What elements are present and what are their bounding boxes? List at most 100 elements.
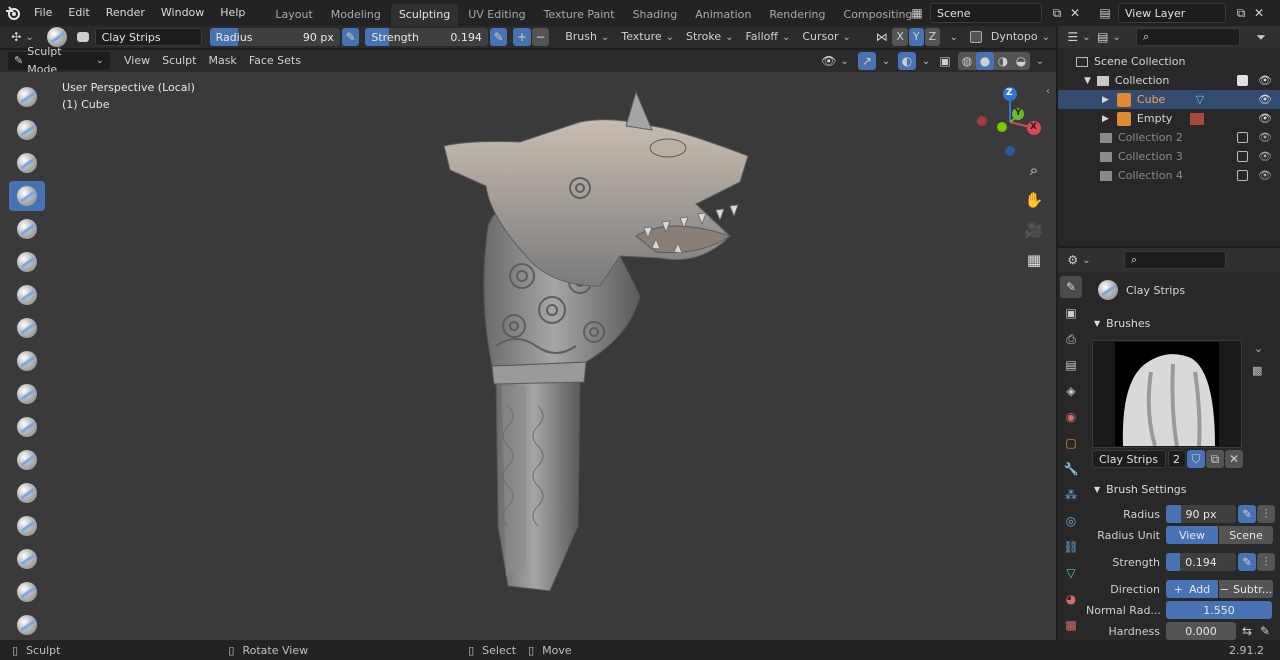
world-icon[interactable]: ◉ [1060,406,1082,428]
sculpt-tool-button[interactable] [9,148,45,178]
brush-menu[interactable]: Brush [559,28,615,46]
collection-checkbox[interactable] [1237,132,1249,143]
collection-checkbox[interactable] [1237,151,1249,162]
navigation-gizmo[interactable]: X Z Y [972,82,1048,158]
sculpt-mode-dropdown[interactable]: ✎ Sculpt Mode [8,45,110,76]
overlay-icon[interactable]: ◐ [898,52,916,70]
normal-radius-field[interactable]: 1.550 [1166,601,1272,619]
radius-field[interactable]: 90 px [1166,505,1236,523]
subtract-direction-icon[interactable]: − [531,28,550,46]
menu-view[interactable]: View [118,52,156,70]
tab-texture-paint[interactable]: Texture Paint [536,4,623,26]
radius-pressure-icon[interactable]: ✎ [341,28,360,46]
tab-layout[interactable]: Layout [267,4,320,26]
solid-shading-icon[interactable]: ● [976,52,994,70]
material-icon[interactable]: ◕ [1060,588,1082,610]
expand-arrow-icon[interactable]: ▶ [1102,95,1109,105]
direction-add-button[interactable]: + Add [1166,580,1218,598]
duplicate-brush-icon[interactable]: ⧉ [1206,450,1224,468]
close-scene-icon[interactable]: ✕ [1066,4,1084,22]
sculpt-tool-button[interactable] [9,610,45,640]
constraints-icon[interactable]: ⛓ [1060,536,1082,558]
collection-eye-icon[interactable]: 👁 [1258,131,1272,144]
symmetry-icon[interactable]: ⋈ [873,28,890,46]
view-layer-icon[interactable]: ▤ [1060,354,1082,376]
scene-icon[interactable]: ▦ [908,4,926,22]
hardness-field[interactable]: 0.000 [1166,622,1236,640]
outliner-search-input[interactable]: ⌕ [1136,28,1240,46]
radius-pressure-toggle-icon[interactable]: ✎ [1238,505,1256,523]
collection-eye-icon[interactable]: 👁 [1258,150,1272,163]
view-layer-field[interactable]: View Layer [1118,3,1226,23]
sculpt-tool-button[interactable] [9,346,45,376]
gizmo-icon[interactable]: ↗ [858,52,876,70]
symmetry-z-toggle[interactable]: Z [924,28,941,46]
strength-field[interactable]: 0.194 [1166,553,1236,571]
brush-settings-section-header[interactable]: ▼ Brush Settings [1086,478,1280,500]
scene-icon[interactable]: ◈ [1060,380,1082,402]
sculpt-tool-button[interactable] [9,82,45,112]
outliner-collection-extra[interactable]: Collection 3 👁 [1058,147,1280,166]
scene-name-field[interactable]: Scene [930,3,1042,23]
outliner-item-empty[interactable]: ▶ Empty 👁 [1058,109,1280,128]
collection-eye-icon[interactable]: 👁 [1258,169,1272,182]
empty-eye-icon[interactable]: 👁 [1258,112,1272,125]
hardness-invert-icon[interactable]: ⇆ [1238,622,1256,640]
sculpt-tool-button[interactable] [9,214,45,244]
copy-scene-icon[interactable]: ⧉ [1048,4,1066,22]
expand-arrow-icon[interactable]: ▼ [1084,76,1091,86]
output-icon[interactable]: ⎙ [1060,328,1082,350]
xray-icon[interactable]: ▣ [936,52,954,70]
collection-eye-icon[interactable]: 👁 [1258,74,1272,87]
sculpt-tool-button[interactable] [9,181,45,211]
symmetry-y-toggle[interactable]: Y [908,28,924,46]
image-data-icon[interactable] [1190,112,1205,125]
close-view-layer-icon[interactable]: ✕ [1250,4,1268,22]
editor-type-icon[interactable]: ☰ [1064,28,1094,46]
brush-slot-name-field[interactable]: Clay Strips [1092,450,1166,468]
symmetry-options-icon[interactable] [940,28,963,46]
brush-name-field[interactable]: Clay Strips [94,28,202,46]
sculpt-tool-button[interactable] [9,445,45,475]
rendered-shading-icon[interactable]: ◒ [1012,52,1030,70]
menu-mask[interactable]: Mask [202,52,242,70]
3d-viewport[interactable]: User Perspective (Local) (1) Cube X Z Y … [0,72,1056,640]
tab-modeling[interactable]: Modeling [323,4,389,26]
sculpt-tool-button[interactable] [9,577,45,607]
cursor-menu[interactable]: Cursor [796,28,857,46]
mesh-data-icon[interactable]: ▽ [1196,93,1204,106]
pan-hand-icon[interactable]: ✋ [1020,186,1048,214]
tab-animation[interactable]: Animation [687,4,759,26]
copy-view-layer-icon[interactable]: ⧉ [1232,4,1250,22]
direction-subtract-button[interactable]: − Subtr... [1219,580,1273,598]
brush-preview-thumbnail[interactable] [1092,340,1242,448]
perspective-grid-icon[interactable]: ▦ [1020,246,1048,274]
sculpt-tool-button[interactable] [9,544,45,574]
outliner-collection[interactable]: ▼ Collection 👁 [1058,71,1280,90]
menu-sculpt[interactable]: Sculpt [156,52,202,70]
brush-list-dropdown-icon[interactable]: ⌄ [1254,342,1263,355]
expand-arrow-icon[interactable]: ▶ [1102,114,1109,124]
render-icon[interactable]: ▣ [1060,302,1082,324]
gizmo-options-icon[interactable] [876,52,892,70]
strength-pressure-icon[interactable]: ✎ [489,28,508,46]
filter-icon[interactable]: ⏷ [1252,28,1270,46]
material-shading-icon[interactable]: ◑ [994,52,1012,70]
collection-checkbox[interactable] [1237,170,1249,181]
menu-window[interactable]: Window [153,1,212,25]
brush-type-icon[interactable] [76,32,89,42]
tool-icon[interactable]: ✎ [1060,276,1082,298]
add-direction-icon[interactable]: + [513,28,531,46]
overlay-options-icon[interactable] [916,52,932,70]
physics-icon[interactable]: ◎ [1060,510,1082,532]
sidebar-toggle-icon[interactable]: ‹ [1046,86,1050,97]
brush-image-icon[interactable]: ▩ [1252,364,1262,377]
radius-unit-scene-button[interactable]: Scene [1219,526,1273,544]
view-layer-icon[interactable]: ▤ [1096,4,1114,22]
fake-user-shield-icon[interactable]: ⛉ [1187,450,1205,468]
shading-options-icon[interactable] [1030,52,1046,70]
unlink-brush-icon[interactable]: ✕ [1225,450,1243,468]
particles-icon[interactable]: ⁂ [1060,484,1082,506]
stroke-menu[interactable]: Stroke [680,28,739,46]
brush-users-count[interactable]: 2 [1168,450,1186,468]
